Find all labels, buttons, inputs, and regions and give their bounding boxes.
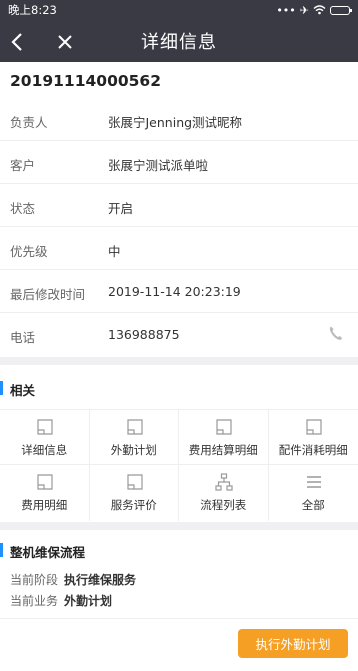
detail-label: 优先级 bbox=[10, 244, 48, 259]
detail-value: 张展宁测试派单啦 bbox=[108, 158, 209, 173]
detail-label: 客户 bbox=[10, 158, 36, 173]
page-title: 详细信息 bbox=[141, 32, 217, 53]
flow-stage: 当前阶段 执行维保服务 bbox=[10, 571, 136, 588]
app-header: 晚上8:23 ••• ✈ 详细信息 bbox=[0, 0, 358, 62]
related-item-review[interactable]: 服务评价 bbox=[90, 465, 179, 521]
related-item-label: 全部 bbox=[301, 498, 325, 512]
related-item-label: 流程列表 bbox=[200, 498, 247, 512]
related-item-label: 费用结算明细 bbox=[188, 443, 258, 457]
detail-value: 张展宁Jenning测试昵称 bbox=[108, 115, 243, 130]
detail-row-owner: 负责人 张展宁Jenning测试昵称 bbox=[0, 98, 358, 141]
detail-label: 电话 bbox=[10, 330, 36, 345]
detail-row-modified: 最后修改时间 2019-11-14 20:23:19 bbox=[0, 270, 358, 313]
flow-business-value: 外勤计划 bbox=[64, 594, 113, 608]
menu-icon bbox=[306, 476, 321, 488]
related-item-label: 配件消耗明细 bbox=[278, 443, 348, 457]
doc-icon bbox=[37, 474, 53, 490]
order-id: 20191114000562 bbox=[10, 72, 161, 90]
airplane-icon: ✈ bbox=[299, 3, 309, 17]
detail-value: 中 bbox=[108, 244, 121, 259]
related-item-expense[interactable]: 费用明细 bbox=[0, 465, 90, 521]
related-item-parts[interactable]: 配件消耗明细 bbox=[268, 409, 358, 465]
status-time: 晚上8:23 bbox=[8, 3, 57, 17]
detail-label: 最后修改时间 bbox=[10, 287, 86, 302]
flow-title: 整机维保流程 bbox=[0, 542, 85, 561]
related-item-label: 外勤计划 bbox=[110, 443, 157, 457]
related-item-all[interactable]: 全部 bbox=[269, 465, 358, 521]
detail-value: 136988875 bbox=[108, 327, 180, 342]
doc-icon bbox=[126, 474, 143, 490]
detail-label: 状态 bbox=[10, 201, 36, 216]
related-item-label: 费用明细 bbox=[21, 498, 68, 512]
doc-icon bbox=[305, 419, 322, 435]
flow-business-label: 当前业务 bbox=[10, 594, 59, 608]
doc-icon bbox=[126, 419, 143, 435]
wifi-icon bbox=[313, 5, 326, 15]
related-item-label: 详细信息 bbox=[21, 443, 68, 457]
detail-value: 2019-11-14 20:23:19 bbox=[108, 284, 241, 299]
detail-value: 开启 bbox=[108, 201, 134, 216]
flow-business: 当前业务 外勤计划 bbox=[10, 592, 112, 609]
detail-row-customer: 客户 张展宁测试派单啦 bbox=[0, 141, 358, 184]
related-title: 相关 bbox=[0, 380, 35, 399]
more-dots-icon: ••• bbox=[276, 3, 296, 17]
detail-row-priority: 优先级 中 bbox=[0, 227, 358, 270]
detail-row-phone: 电话 136988875 bbox=[0, 313, 358, 356]
tree-icon bbox=[215, 473, 233, 491]
related-item-detail[interactable]: 详细信息 bbox=[0, 409, 90, 465]
battery-icon bbox=[330, 5, 352, 15]
related-grid: 详细信息 外勤计划 费用结算明细 配件消耗明细 费用明细 服务评价 流程列表 全… bbox=[0, 409, 358, 521]
flow-stage-value: 执行维保服务 bbox=[64, 573, 137, 587]
related-item-settlement[interactable]: 费用结算明细 bbox=[179, 409, 269, 465]
flow-stage-label: 当前阶段 bbox=[10, 573, 59, 587]
related-item-field-plan[interactable]: 外勤计划 bbox=[89, 409, 179, 465]
doc-icon bbox=[37, 419, 53, 435]
detail-label: 负责人 bbox=[10, 115, 48, 130]
status-icons: ••• ✈ bbox=[276, 3, 352, 17]
execute-field-plan-button[interactable]: 执行外勤计划 bbox=[238, 629, 348, 658]
doc-icon bbox=[216, 419, 232, 435]
detail-row-status: 状态 开启 bbox=[0, 184, 358, 227]
related-item-flow-list[interactable]: 流程列表 bbox=[179, 465, 269, 521]
status-bar: 晚上8:23 ••• ✈ bbox=[8, 2, 352, 18]
phone-icon[interactable] bbox=[328, 325, 344, 341]
divider bbox=[0, 618, 358, 619]
related-item-label: 服务评价 bbox=[110, 498, 157, 512]
